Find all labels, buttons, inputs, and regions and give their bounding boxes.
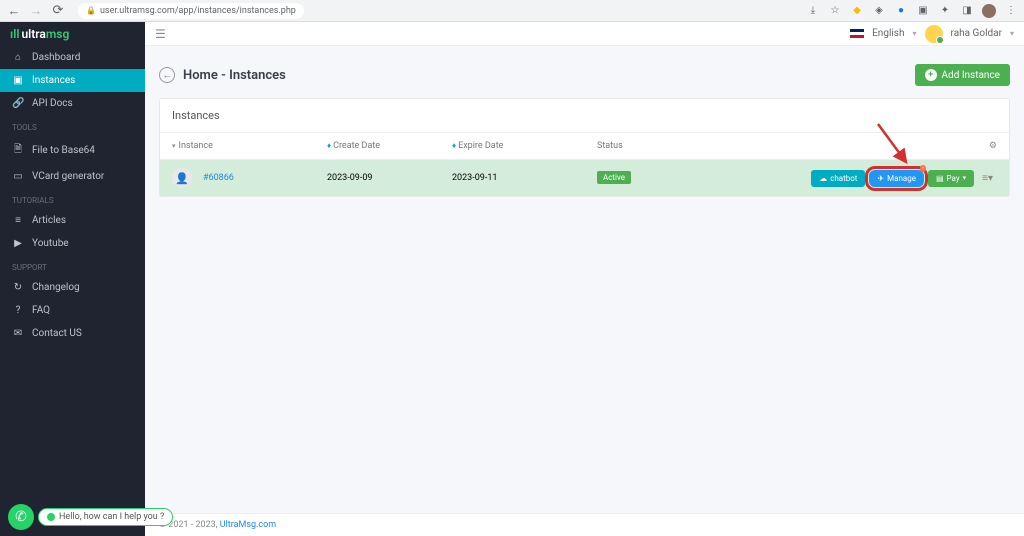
instances-panel: Instances ▾Instance ♦Create Date ♦Expire… [159,98,1010,197]
sidebar-item-base64[interactable]: 🗎File to Base64 [0,136,145,165]
table-settings-icon[interactable]: ⚙ [989,141,997,151]
chevron-down-icon: ▾ [1010,29,1014,38]
browser-reload[interactable]: ⟳ [50,3,66,19]
browser-back[interactable]: ← [6,3,22,19]
sidebar-item-contact[interactable]: ✉Contact US [0,322,145,345]
chat-bubble: Hello, how can I help you ? [38,508,173,526]
lock-icon: 🔒 [86,6,96,15]
sidebar-item-dashboard[interactable]: ⌂ Dashboard [0,46,145,69]
menu-icon[interactable]: ⋮ [1004,4,1018,18]
col-instance[interactable]: ▾Instance [172,141,327,151]
logo-text1: ultra [21,27,45,41]
section-support: SUPPORT [0,255,145,276]
notif-badge: • [920,165,926,172]
section-tutorials: TUTORIALS [0,188,145,209]
card-icon: ▤ [936,174,944,183]
back-button[interactable]: ← [159,67,175,83]
logo-icon: ıll [10,27,19,41]
footer-link[interactable]: UltraMsg.com [220,520,276,530]
puzzle-icon[interactable]: ✦ [938,4,952,18]
home-icon: ⌂ [12,52,24,63]
sidebar-label: Dashboard [32,52,80,63]
sidebar-item-youtube[interactable]: ▶Youtube [0,232,145,255]
sidebar-item-changelog[interactable]: ↻Changelog [0,276,145,299]
file-icon: 🗎 [12,142,24,159]
instance-id-link[interactable]: #60866 [203,173,234,183]
table-header: ▾Instance ♦Create Date ♦Expire Date Stat… [160,133,1009,160]
ext3-icon[interactable]: ● [894,4,908,18]
footer: © 2021 - 2023, UltraMsg.com [145,513,1024,536]
username-label[interactable]: raha Goldar [951,28,1002,39]
col-expire[interactable]: ♦Expire Date [452,141,597,151]
panel-title: Instances [160,99,1009,133]
sidebar-item-articles[interactable]: ≡Articles [0,209,145,232]
sidebar-item-faq[interactable]: ?FAQ [0,299,145,322]
sidebar-label: API Docs [32,98,73,109]
main-area: ☰ English ▾ raha Goldar ▾ ← Home - Insta… [145,22,1024,536]
add-instance-button[interactable]: + Add Instance [915,64,1010,86]
page-header: ← Home - Instances + Add Instance [145,46,1024,98]
sidebar-label: Instances [32,75,75,86]
sidebar-item-vcard[interactable]: ▭VCard generator [0,165,145,188]
send-icon: ✈ [877,174,884,183]
chatbot-button[interactable]: ☁chatbot [811,170,865,187]
manage-button[interactable]: •✈Manage [869,170,924,187]
expire-date: 2023-09-11 [452,173,597,183]
ext2-icon[interactable]: ◈ [872,4,886,18]
flag-icon [850,29,864,38]
logo-text2: msg [46,27,69,41]
whatsapp-widget[interactable]: ✆ Hello, how can I help you ? [8,504,173,530]
address-bar[interactable]: 🔒 user.ultramsg.com/app/instances/instan… [78,3,304,19]
grid-icon: ▣ [12,75,24,86]
browser-chrome: ← → ⟳ 🔒 user.ultramsg.com/app/instances/… [0,0,1024,22]
col-status[interactable]: Status [597,141,697,151]
pay-button[interactable]: ▤Pay▾ [928,170,974,187]
status-badge: Active [597,171,631,184]
language-label[interactable]: English [872,28,904,39]
youtube-icon: ▶ [12,238,24,249]
section-tools: TOOLS [0,115,145,136]
sidebar-item-apidocs[interactable]: 🔗 API Docs [0,92,145,115]
chevron-down-icon: ▾ [912,29,916,38]
link-icon: 🔗 [12,98,24,109]
sidebar: ıll ultramsg ⌂ Dashboard ▣ Instances 🔗 A… [0,22,145,536]
star-icon[interactable]: ☆ [828,4,842,18]
topbar: ☰ English ▾ raha Goldar ▾ [145,22,1024,46]
ext4-icon[interactable]: ▣ [916,4,930,18]
browser-forward[interactable]: → [28,3,44,19]
table-row: 👤 #60866 2023-09-09 2023-09-11 Active ☁c… [160,160,1009,196]
col-create[interactable]: ♦Create Date [327,141,452,151]
url-text: user.ultramsg.com/app/instances/instance… [100,6,296,16]
install-icon[interactable]: ⤓ [806,4,820,18]
whatsapp-icon: ✆ [8,504,34,530]
logo[interactable]: ıll ultramsg [0,22,145,46]
faq-icon: ? [12,305,24,316]
user-avatar[interactable] [925,25,943,43]
profile-avatar[interactable] [982,4,996,18]
cloud-icon: ☁ [819,174,827,183]
sidebar-item-instances[interactable]: ▣ Instances [0,69,145,92]
articles-icon: ≡ [12,215,24,226]
changelog-icon: ↻ [12,282,24,293]
mail-icon: ✉ [12,328,24,339]
create-date: 2023-09-09 [327,173,452,183]
row-menu-icon[interactable]: ≡▾ [978,173,997,184]
card-icon: ▭ [12,171,24,182]
instance-avatar: 👤 [172,168,192,188]
page-title: Home - Instances [183,68,286,83]
ext1-icon[interactable]: ◆ [850,4,864,18]
panel-icon[interactable]: ◨ [960,4,974,18]
hamburger-icon[interactable]: ☰ [155,27,166,41]
plus-icon: + [925,69,937,81]
